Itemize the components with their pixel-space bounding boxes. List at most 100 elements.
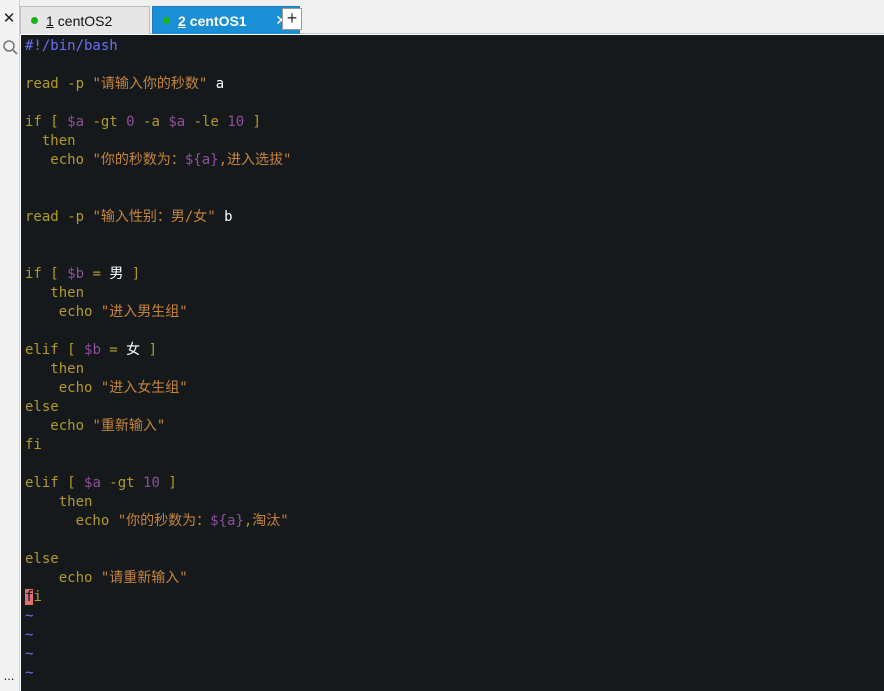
status-dot-icon xyxy=(163,17,170,24)
empty-line-marker: ~ xyxy=(25,665,34,681)
code-line: echo "请重新输入" xyxy=(25,569,291,588)
code-line: echo "重新输入" xyxy=(25,417,291,436)
string: ,淘汰" xyxy=(243,513,289,529)
code-line: fi xyxy=(25,588,291,607)
tab-label: centOS1 xyxy=(189,12,247,29)
code-line: ~ xyxy=(25,645,291,664)
code-line: ~ xyxy=(25,626,291,645)
keyword: echo xyxy=(25,152,93,168)
shebang: #!/bin/bash xyxy=(25,38,118,54)
keyword: echo xyxy=(25,304,101,320)
operator: -gt xyxy=(84,114,127,130)
tab-number: 2 xyxy=(178,12,186,29)
keyword: fi xyxy=(25,437,42,453)
string: "你的秒数为： xyxy=(92,152,185,168)
code-line: read -p "输入性别：男/女" b xyxy=(25,208,291,227)
keyword: then xyxy=(25,361,85,377)
code-line: elif [ $b = 女 ] xyxy=(25,341,291,360)
string: "进入女生组" xyxy=(100,380,188,396)
tab-label: centOS2 xyxy=(57,12,113,29)
option: -p xyxy=(67,76,93,92)
new-tab-button[interactable]: + xyxy=(282,8,302,30)
code-line: #!/bin/bash xyxy=(25,37,291,56)
code-line: else xyxy=(25,398,291,417)
number: 10 xyxy=(143,475,160,491)
keyword: echo xyxy=(25,380,101,396)
empty-line-marker: ~ xyxy=(25,608,34,624)
operator: = xyxy=(100,342,127,358)
code-line: else xyxy=(25,550,291,569)
operator: -le xyxy=(185,114,228,130)
operator: -a xyxy=(134,114,169,130)
side-panel: ✕ ... xyxy=(0,0,20,691)
code-line: then xyxy=(25,493,291,512)
number: 0 xyxy=(126,114,135,130)
keyword: then xyxy=(25,494,93,510)
number: 10 xyxy=(227,114,245,130)
more-icon[interactable]: ... xyxy=(0,668,18,683)
search-icon[interactable] xyxy=(1,38,19,56)
close-icon[interactable]: ✕ xyxy=(0,9,18,29)
code-line: ~ xyxy=(25,607,291,626)
code-line: if [ $b = 男 ] xyxy=(25,265,291,284)
string: ,进入选拔" xyxy=(218,152,292,168)
keyword: echo xyxy=(25,513,118,529)
keyword: ] xyxy=(123,266,141,282)
operator: -gt xyxy=(100,475,144,491)
keyword: then xyxy=(25,285,85,301)
status-dot-icon xyxy=(31,17,38,24)
code-line: elif [ $a -gt 10 ] xyxy=(25,474,291,493)
tab-bar: 1 centOS2 2 centOS1 ✕ + xyxy=(20,0,884,34)
variable: $a xyxy=(84,475,101,491)
literal: 女 xyxy=(126,342,141,358)
option: -p xyxy=(67,209,93,225)
keyword: if [ xyxy=(25,266,68,282)
variable: $a xyxy=(67,114,85,130)
literal: 男 xyxy=(109,266,124,282)
code-line: then xyxy=(25,132,291,151)
identifier: b xyxy=(215,209,233,225)
keyword: ] xyxy=(159,475,177,491)
keyword: read xyxy=(25,76,68,92)
empty-line-marker: ~ xyxy=(25,646,34,662)
variable: $b xyxy=(67,266,85,282)
tab-centos1[interactable]: 2 centOS1 ✕ xyxy=(152,6,300,34)
code-line: read -p "请输入你的秒数" a xyxy=(25,75,291,94)
keyword: elif [ xyxy=(25,342,85,358)
terminal-editor[interactable]: #!/bin/bash read -p "请输入你的秒数" a if [ $a … xyxy=(21,35,884,691)
code-line: echo "你的秒数为：${a},淘汰" xyxy=(25,512,291,531)
keyword: then xyxy=(25,133,76,149)
code-line: echo "进入男生组" xyxy=(25,303,291,322)
string: "请输入你的秒数" xyxy=(92,76,208,92)
tab-centos2[interactable]: 1 centOS2 xyxy=(20,6,150,34)
string: "请重新输入" xyxy=(100,570,188,586)
keyword: echo xyxy=(25,570,101,586)
keyword: elif [ xyxy=(25,475,85,491)
keyword: ] xyxy=(140,342,158,358)
identifier: a xyxy=(207,76,225,92)
string: "你的秒数为： xyxy=(117,513,211,529)
tab-number: 1 xyxy=(46,12,54,29)
variable: ${a} xyxy=(210,513,244,529)
variable: $a xyxy=(168,114,186,130)
keyword: echo xyxy=(25,418,93,434)
keyword: else xyxy=(25,551,59,567)
string: "进入男生组" xyxy=(100,304,188,320)
variable: $b xyxy=(84,342,101,358)
code-line: if [ $a -gt 0 -a $a -le 10 ] xyxy=(25,113,291,132)
keyword: if [ xyxy=(25,114,68,130)
code-line: then xyxy=(25,284,291,303)
keyword: i xyxy=(33,589,42,605)
code-line: echo "进入女生组" xyxy=(25,379,291,398)
string: "重新输入" xyxy=(92,418,166,434)
empty-line-marker: ~ xyxy=(25,627,34,643)
